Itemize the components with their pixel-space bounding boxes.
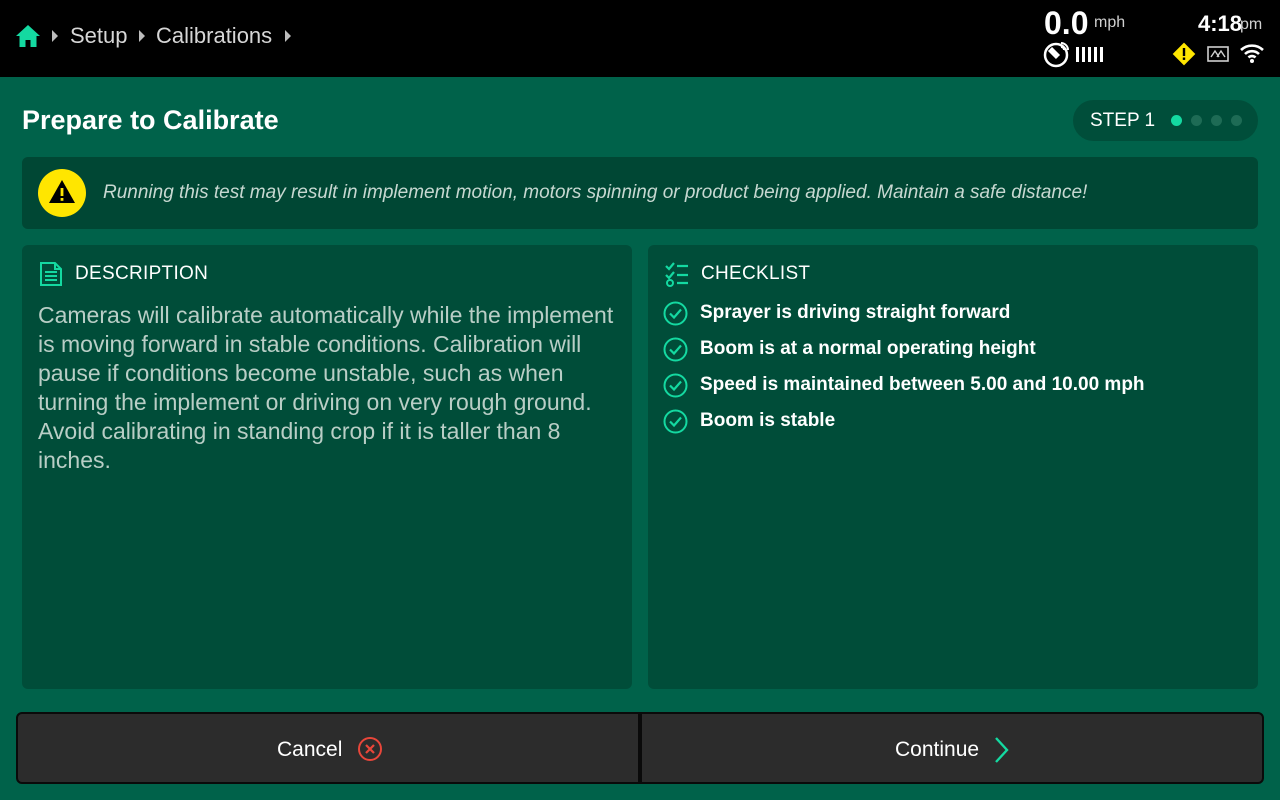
wifi-icon[interactable] <box>1239 42 1265 64</box>
step-dot-3 <box>1211 115 1222 126</box>
speed-unit: mph <box>1094 14 1126 31</box>
signal-strength-icon <box>1075 45 1105 63</box>
checklist-item-text: Sprayer is driving straight forward <box>700 302 1011 323</box>
continue-button[interactable]: Continue <box>640 712 1264 784</box>
safety-warning-banner: Running this test may result in implemen… <box>22 157 1258 229</box>
clock-time: 4:18 <box>1198 11 1243 36</box>
alert-warning-icon[interactable] <box>1172 42 1196 66</box>
checklist-panel: CHECKLIST Sprayer is driving straight fo… <box>648 245 1258 689</box>
cancel-button[interactable]: Cancel <box>16 712 640 784</box>
description-header: DESCRIPTION <box>75 263 209 284</box>
checklist-item-text: Boom is at a normal operating height <box>700 338 1036 359</box>
clock-ampm: pm <box>1240 16 1263 33</box>
check-circle-icon <box>663 409 688 434</box>
step-dot-2 <box>1191 115 1202 126</box>
chevron-right-icon <box>993 735 1011 765</box>
home-icon[interactable] <box>14 22 42 50</box>
document-icon <box>38 261 64 287</box>
breadcrumb-calibrations[interactable]: Calibrations <box>156 22 272 50</box>
chevron-right-icon <box>285 30 291 42</box>
step-label: STEP 1 <box>1090 110 1156 131</box>
checklist-item-text: Speed is maintained between 5.00 and 10.… <box>700 374 1145 395</box>
chevron-right-icon <box>52 30 58 42</box>
description-panel: DESCRIPTION Cameras will calibrate autom… <box>22 245 632 689</box>
cancel-x-icon <box>357 736 383 762</box>
page-title: Prepare to Calibrate <box>22 105 279 135</box>
checklist-header: CHECKLIST <box>701 263 811 284</box>
chevron-right-icon <box>139 30 145 42</box>
checklist-item-text: Boom is stable <box>700 410 836 431</box>
breadcrumb-setup[interactable]: Setup <box>70 22 128 50</box>
top-status-bar: Setup Calibrations 0.0 mph 4:18 pm <box>0 0 1280 77</box>
auto-steer-icon[interactable] <box>1206 44 1230 64</box>
warning-icon <box>38 169 86 217</box>
speed-value: 0.0 <box>1044 5 1089 41</box>
cancel-button-label: Cancel <box>277 738 343 761</box>
checklist-icon <box>664 261 690 287</box>
check-circle-icon <box>663 373 688 398</box>
step-indicator: STEP 1 <box>1073 100 1258 141</box>
check-circle-icon <box>663 301 688 326</box>
warning-text: Running this test may result in implemen… <box>103 182 1088 203</box>
step-dot-1 <box>1171 115 1182 126</box>
check-circle-icon <box>663 337 688 362</box>
description-text: Cameras will calibrate automatically whi… <box>38 302 614 473</box>
continue-button-label: Continue <box>895 738 980 761</box>
satellite-icon[interactable] <box>1043 40 1071 68</box>
step-dot-4 <box>1231 115 1242 126</box>
